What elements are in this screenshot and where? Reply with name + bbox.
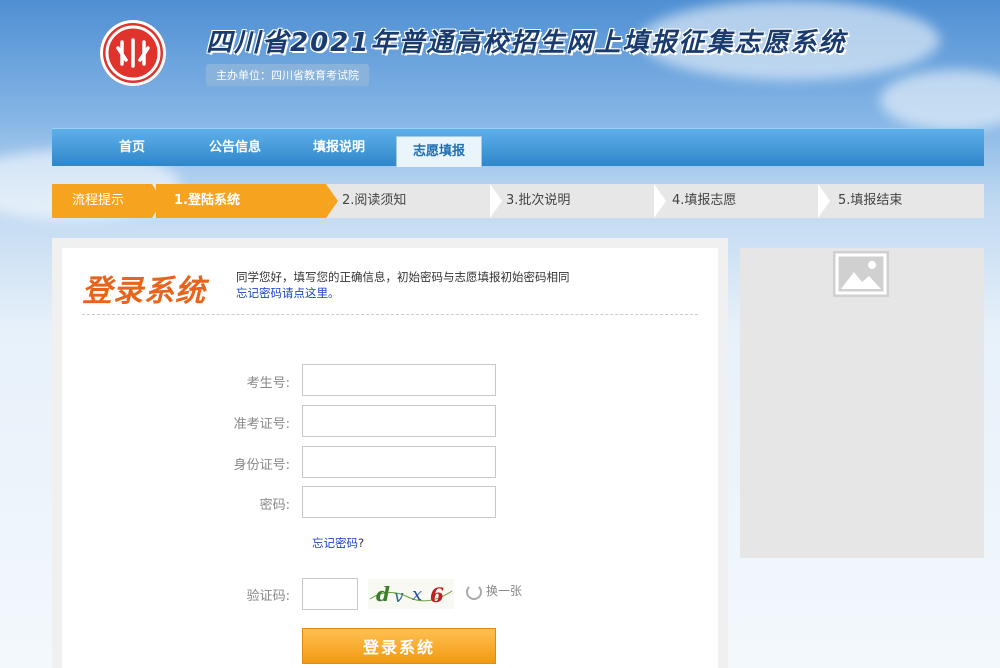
step-arrow: [490, 184, 502, 218]
exam-number-label: 考生号:: [246, 376, 290, 391]
divider: [82, 314, 698, 315]
step-1-login: 1.登陆系统: [156, 184, 326, 218]
captcha-refresh-label: 换一张: [486, 584, 523, 598]
nav-announcements[interactable]: 公告信息: [192, 129, 278, 167]
login-panel-body: 登录系统 同学您好，填写您的正确信息，初始密码与志愿填报初始密码相同 忘记密码请…: [62, 248, 718, 668]
admission-number-label: 准考证号:: [233, 417, 290, 432]
nav-application[interactable]: 志愿填报: [396, 136, 482, 167]
forgot-password-question: ?: [358, 536, 365, 550]
image-placeholder-icon: [832, 250, 890, 301]
id-number-input[interactable]: [302, 446, 496, 478]
nav-instructions[interactable]: 填报说明: [296, 129, 382, 167]
step-3-batch: 3.批次说明: [506, 193, 571, 208]
captcha-refresh[interactable]: 换一张: [466, 582, 522, 600]
sponsor-label: 主办单位：四川省教育考试院: [206, 64, 369, 86]
login-title: 登录系统: [82, 274, 206, 309]
forgot-password-intro-link[interactable]: 忘记密码请点这里。: [236, 286, 340, 300]
site-logo: [100, 20, 166, 86]
nav-home[interactable]: 首页: [92, 129, 172, 167]
step-5-finish: 5.填报结束: [838, 193, 903, 208]
step-arrow: [818, 184, 830, 218]
side-image-panel: [740, 248, 984, 558]
step-arrow: [654, 184, 666, 218]
login-submit-button[interactable]: 登录系统: [302, 628, 496, 664]
exam-number-input[interactable]: [302, 364, 496, 396]
svg-text:6: 6: [430, 583, 444, 607]
login-intro-text: 同学您好，填写您的正确信息，初始密码与志愿填报初始密码相同: [236, 270, 570, 284]
main-nav: 首页 公告信息 填报说明 志愿填报: [52, 128, 984, 167]
forgot-password-link[interactable]: 忘记密码?: [312, 535, 364, 551]
step-arrow: [326, 184, 338, 218]
progress-steps: 流程提示 1.登陆系统 2.阅读须知 3.批次说明 4.填报志愿 5.填报结束: [52, 184, 984, 218]
svg-text:v: v: [394, 587, 404, 607]
password-label: 密码:: [259, 498, 290, 513]
password-input[interactable]: [302, 486, 496, 518]
step-4-fill: 4.填报志愿: [672, 193, 737, 208]
steps-prompt: 流程提示: [52, 184, 152, 218]
site-header: 四川省2021年普通高校招生网上填报征集志愿系统 主办单位：四川省教育考试院: [0, 0, 1000, 128]
login-panel: 登录系统 同学您好，填写您的正确信息，初始密码与志愿填报初始密码相同 忘记密码请…: [52, 238, 728, 668]
admission-number-input[interactable]: [302, 405, 496, 437]
svg-text:x: x: [412, 584, 422, 605]
site-title: 四川省2021年普通高校招生网上填报征集志愿系统: [206, 28, 847, 58]
login-intro: 同学您好，填写您的正确信息，初始密码与志愿填报初始密码相同 忘记密码请点这里。: [236, 269, 570, 301]
captcha-input[interactable]: [302, 578, 358, 610]
captcha-label: 验证码:: [246, 589, 290, 604]
forgot-password-text: 忘记密码: [312, 536, 358, 550]
svg-text:d: d: [376, 582, 390, 606]
step-2-read: 2.阅读须知: [342, 193, 407, 208]
captcha-image[interactable]: d v x 6: [368, 579, 454, 609]
refresh-icon: [466, 583, 482, 600]
id-number-label: 身份证号:: [233, 458, 290, 473]
